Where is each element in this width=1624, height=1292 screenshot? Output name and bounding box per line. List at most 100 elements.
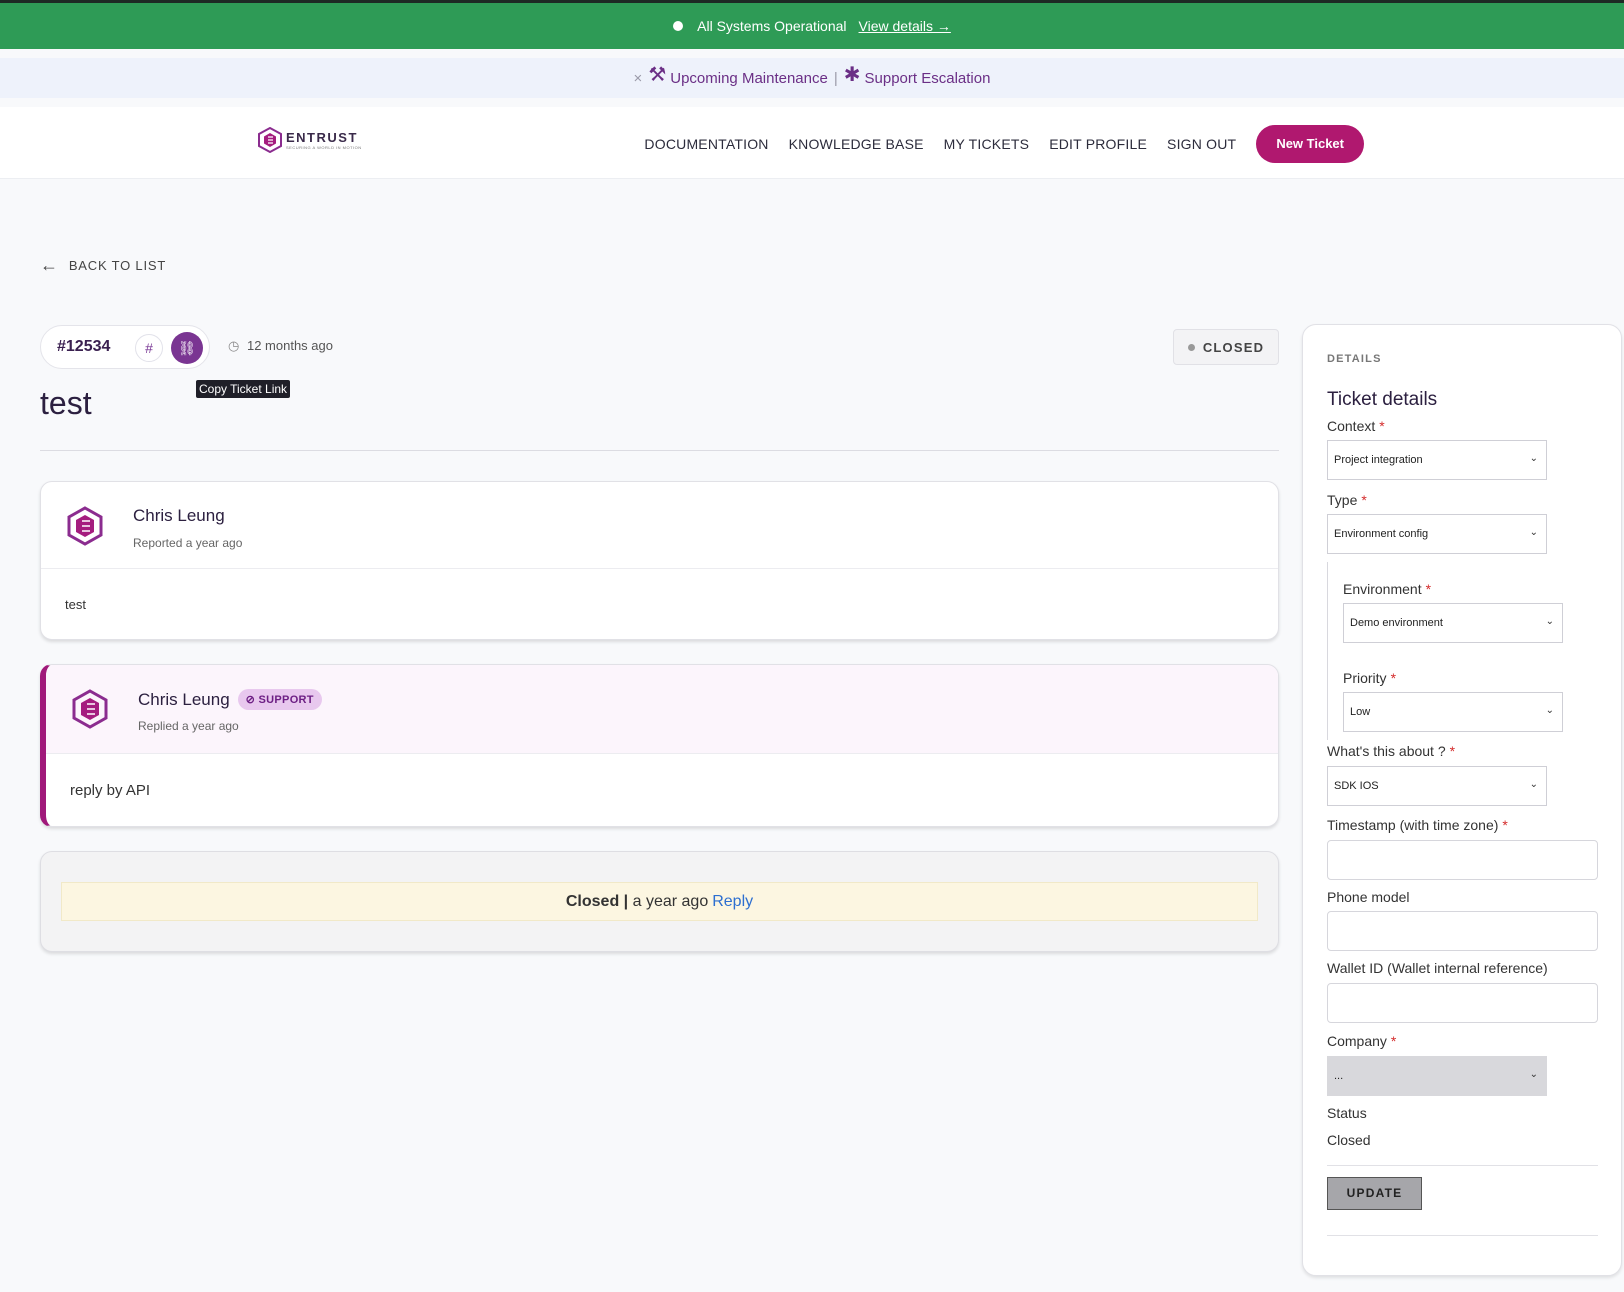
post-author: Chris Leung bbox=[138, 689, 230, 709]
closed-status: Closed bbox=[565, 892, 620, 910]
phone-model-input[interactable] bbox=[1327, 911, 1598, 951]
page-title: test bbox=[40, 385, 92, 421]
nav-sign-out[interactable]: SIGN OUT bbox=[1167, 136, 1236, 152]
view-details-link[interactable]: View details → bbox=[859, 18, 951, 34]
closed-notice: Closed | a year ago Reply bbox=[61, 882, 1258, 921]
system-status-bar: All Systems Operational View details → bbox=[0, 0, 1624, 49]
required-mark: * bbox=[1390, 1033, 1397, 1049]
avatar bbox=[72, 689, 108, 729]
entrust-logo[interactable]: ENTRUST SECURING A WORLD IN MOTION bbox=[258, 127, 362, 153]
system-status-text: All Systems Operational bbox=[697, 18, 847, 34]
context-label: Context * bbox=[1327, 418, 1385, 434]
indent-guide bbox=[1327, 562, 1328, 740]
ticket-id-pill: #12534 # ⛓ bbox=[40, 325, 210, 369]
priority-select[interactable]: Low ⌄ bbox=[1343, 692, 1563, 732]
timestamp-input[interactable] bbox=[1327, 840, 1598, 880]
closed-separator: | bbox=[623, 892, 629, 910]
post-header: Chris Leung ⊘ SUPPORT Replied a year ago bbox=[46, 665, 1278, 754]
status-value: Closed bbox=[1327, 1132, 1371, 1148]
priority-label: Priority * bbox=[1343, 670, 1397, 686]
tools-icon: ⚒ bbox=[648, 63, 667, 86]
copy-ticket-number-button[interactable]: # bbox=[135, 334, 163, 362]
required-mark: * bbox=[1390, 670, 1397, 686]
post-body: test bbox=[65, 597, 86, 612]
back-to-list-label: BACK TO LIST bbox=[68, 258, 167, 273]
announcement-bar: × ⚒ Upcoming Maintenance | ✱ Support Esc… bbox=[0, 58, 1624, 98]
post-author: Chris Leung bbox=[133, 506, 225, 525]
details-eyebrow: DETAILS bbox=[1327, 353, 1382, 365]
about-label: What's this about ? * bbox=[1327, 743, 1456, 759]
chevron-down-icon: ⌄ bbox=[1529, 779, 1538, 790]
post-header: Chris Leung Reported a year ago bbox=[41, 482, 1278, 569]
post-body: reply by API bbox=[70, 782, 151, 799]
nav-edit-profile[interactable]: EDIT PROFILE bbox=[1049, 136, 1147, 152]
avatar bbox=[67, 506, 103, 546]
ticket-age: ◷ 12 months ago bbox=[228, 338, 333, 354]
nav-my-tickets[interactable]: MY TICKETS bbox=[944, 136, 1030, 152]
phone-model-label: Phone model bbox=[1327, 889, 1410, 905]
wallet-id-label: Wallet ID (Wallet internal reference) bbox=[1327, 960, 1548, 976]
status-badge: CLOSED bbox=[1173, 329, 1279, 365]
ticket-details-title: Ticket details bbox=[1327, 389, 1438, 410]
link-icon: ⛓ bbox=[178, 340, 196, 356]
divider bbox=[1327, 1165, 1598, 1166]
chevron-down-icon: ⌄ bbox=[1545, 616, 1554, 627]
required-mark: * bbox=[1449, 743, 1456, 759]
nav-knowledge-base[interactable]: KNOWLEDGE BASE bbox=[789, 136, 924, 152]
asterisk-icon: ✱ bbox=[843, 63, 861, 86]
support-badge: ⊘ SUPPORT bbox=[237, 689, 322, 710]
announcement-separator: | bbox=[833, 69, 838, 87]
closed-when: a year ago bbox=[632, 892, 709, 910]
ticket-age-text: 12 months ago bbox=[246, 338, 333, 353]
logo-tagline: SECURING A WORLD IN MOTION bbox=[286, 144, 362, 150]
required-mark: * bbox=[1425, 581, 1432, 597]
arrow-left-icon: ← bbox=[40, 255, 59, 275]
title-divider bbox=[40, 450, 1279, 451]
clock-icon: ◷ bbox=[228, 338, 240, 353]
status-badge-label: CLOSED bbox=[1202, 339, 1265, 355]
chevron-down-icon: ⌄ bbox=[1545, 705, 1554, 716]
required-mark: * bbox=[1361, 492, 1367, 508]
new-ticket-button[interactable]: New Ticket bbox=[1256, 125, 1364, 163]
entrust-logo-icon bbox=[258, 127, 282, 153]
type-select[interactable]: Environment config ⌄ bbox=[1327, 514, 1547, 554]
environment-select[interactable]: Demo environment ⌄ bbox=[1343, 603, 1563, 643]
about-select[interactable]: SDK IOS ⌄ bbox=[1327, 766, 1547, 806]
timestamp-label: Timestamp (with time zone) * bbox=[1327, 817, 1508, 833]
chevron-down-icon: ⌄ bbox=[1529, 1069, 1538, 1080]
upcoming-maintenance-link[interactable]: Upcoming Maintenance bbox=[670, 70, 828, 87]
reply-link[interactable]: Reply bbox=[712, 893, 753, 911]
ticket-details-panel: DETAILS Ticket details Context * Project … bbox=[1302, 324, 1622, 1276]
closed-notice-box: Closed | a year ago Reply bbox=[40, 851, 1279, 952]
site-header: ENTRUST SECURING A WORLD IN MOTION DOCUM… bbox=[0, 107, 1624, 179]
status-dot-icon bbox=[1187, 343, 1195, 351]
nav-documentation[interactable]: DOCUMENTATION bbox=[644, 136, 768, 152]
type-label: Type * bbox=[1327, 492, 1367, 508]
chevron-down-icon: ⌄ bbox=[1529, 453, 1538, 464]
company-select[interactable]: ... ⌄ bbox=[1327, 1056, 1547, 1096]
required-mark: * bbox=[1379, 418, 1385, 434]
chevron-down-icon: ⌄ bbox=[1529, 527, 1538, 538]
main-nav: DOCUMENTATION KNOWLEDGE BASE MY TICKETS … bbox=[624, 125, 1364, 163]
message-post: Chris Leung Reported a year ago test bbox=[40, 481, 1279, 640]
divider bbox=[1327, 1235, 1598, 1236]
required-mark: * bbox=[1502, 817, 1508, 833]
copy-link-tooltip: Copy Ticket Link bbox=[196, 380, 291, 398]
copy-ticket-link-button[interactable]: ⛓ bbox=[171, 332, 203, 364]
ticket-number: #12534 bbox=[57, 338, 111, 355]
update-button[interactable]: UPDATE bbox=[1327, 1177, 1422, 1210]
company-label: Company * bbox=[1327, 1033, 1397, 1049]
wallet-id-input[interactable] bbox=[1327, 983, 1598, 1023]
post-meta: Replied a year ago bbox=[138, 719, 239, 733]
back-to-list-link[interactable]: ← BACK TO LIST bbox=[40, 255, 166, 276]
logo-name: ENTRUST bbox=[286, 129, 358, 145]
close-icon[interactable]: × bbox=[634, 70, 643, 87]
context-select[interactable]: Project integration ⌄ bbox=[1327, 440, 1547, 480]
post-meta: Reported a year ago bbox=[133, 536, 243, 550]
environment-label: Environment * bbox=[1343, 581, 1432, 597]
status-dot-icon bbox=[673, 21, 684, 31]
post-author-row: Chris Leung ⊘ SUPPORT bbox=[138, 689, 322, 710]
status-label: Status bbox=[1327, 1105, 1367, 1121]
support-escalation-link[interactable]: Support Escalation bbox=[865, 70, 991, 87]
support-reply-post: Chris Leung ⊘ SUPPORT Replied a year ago… bbox=[40, 664, 1279, 827]
